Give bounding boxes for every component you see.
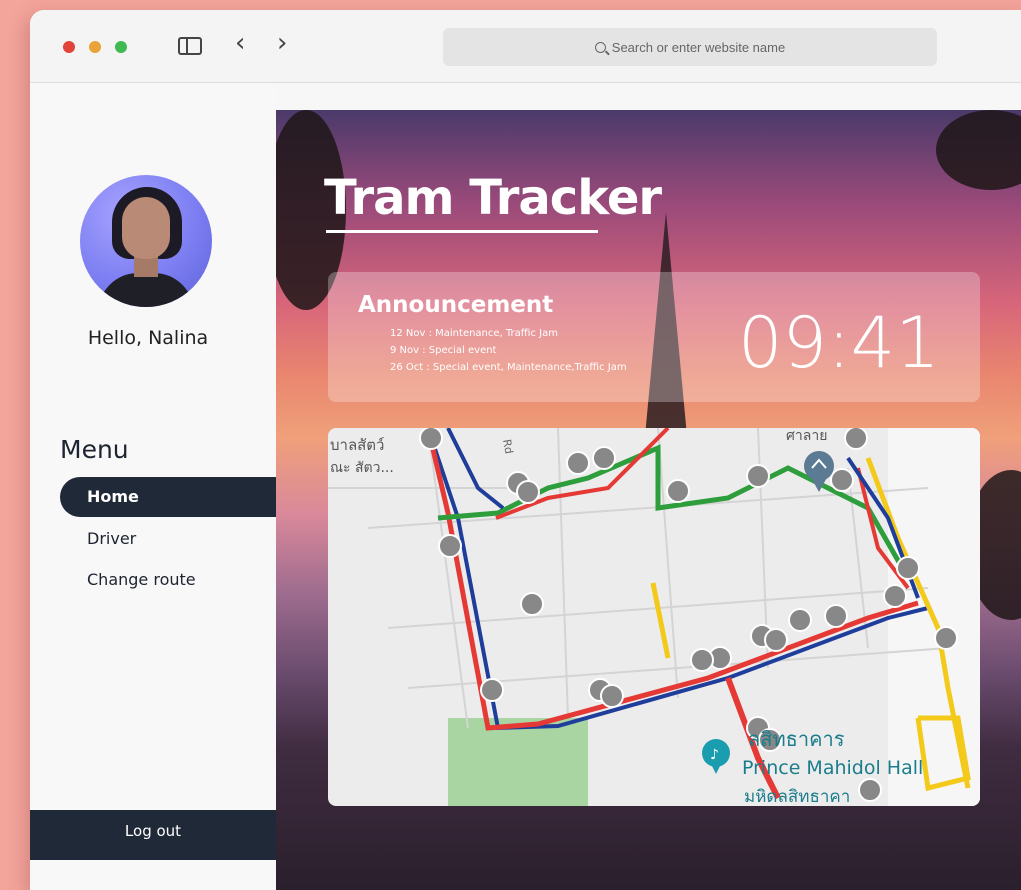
announcement-item: 26 Oct : Special event, Maintenance,Traf… [390,362,627,373]
map-label-hall-thai-2: มหิดลสิทธาคา [744,787,850,806]
sidebar-toggle-icon[interactable] [178,37,202,55]
tram-stop[interactable] [746,464,770,488]
menu-item-change-route[interactable]: Change route [87,570,196,589]
tram-stop[interactable] [788,608,812,632]
tram-stop[interactable] [592,446,616,470]
map-label: ศาลาย [786,428,827,444]
music-pin-icon[interactable]: ♪ [702,739,730,774]
map-label-hall-en: Prince Mahidol Hall [742,757,923,779]
tram-stop[interactable] [690,648,714,672]
map-label: ณะ สัตว... [330,460,394,476]
announcement-card: Announcement 12 Nov : Maintenance, Traff… [328,272,980,402]
title-underline [326,230,598,233]
tram-stop[interactable] [896,556,920,580]
main-hero: Tram Tracker Announcement 12 Nov : Maint… [276,110,1021,890]
svg-text:♪: ♪ [710,747,719,763]
map-label-hall-thai: ลสิทธาคาร [748,727,845,751]
back-icon[interactable]: ‹ [235,30,245,56]
clock: 09:41 [738,302,940,384]
close-window-button[interactable] [63,41,75,53]
route-map[interactable]: ♪ บาลสัตว์ ณะ สัตว... Rd ศาลาย ลสิทธาคาร… [328,428,980,806]
tram-stop[interactable] [520,592,544,616]
page-title: Tram Tracker [324,170,662,226]
tram-stop[interactable] [600,684,624,708]
street-grid [328,428,949,729]
announcement-title: Announcement [358,292,554,318]
maximize-window-button[interactable] [115,41,127,53]
tram-stop[interactable] [883,584,907,608]
map-pin-icon[interactable] [804,451,834,492]
park-area [448,718,588,806]
tram-stop[interactable] [764,628,788,652]
map-road-label: Rd [500,438,515,455]
tram-stop[interactable] [858,778,882,802]
tram-stop[interactable] [438,534,462,558]
tram-stop[interactable] [824,604,848,628]
minimize-window-button[interactable] [89,41,101,53]
search-icon [594,41,606,53]
browser-window: ‹ › Search or enter website name Hello, … [30,10,1021,890]
announcement-item: 12 Nov : Maintenance, Traffic Jam [390,328,558,339]
map-label: บาลสัตว์ [330,436,384,454]
menu-item-home[interactable]: Home [60,477,303,517]
tram-stop[interactable] [480,678,504,702]
logout-button[interactable]: Log out [30,810,276,860]
route-blue-branch [446,428,505,510]
tram-stop[interactable] [516,480,540,504]
route-blue [426,428,929,731]
tram-stop[interactable] [666,479,690,503]
tram-stop[interactable] [844,428,868,450]
menu-title: Menu [60,435,129,464]
tram-stop[interactable] [566,451,590,475]
browser-toolbar: ‹ › Search or enter website name [30,10,1021,83]
greeting: Hello, Nalina [87,327,209,349]
tram-stop[interactable] [934,626,958,650]
menu-item-driver[interactable]: Driver [87,529,136,548]
avatar [80,175,212,307]
map-canvas[interactable]: ♪ บาลสัตว์ ณะ สัตว... Rd ศาลาย ลสิทธาคาร… [328,428,980,806]
tram-stop[interactable] [830,468,854,492]
route-yellow-branch [650,582,671,659]
address-bar[interactable]: Search or enter website name [443,28,937,66]
forward-icon[interactable]: › [277,30,287,56]
tree-silhouette [936,110,1021,190]
sidebar: Hello, Nalina Menu Home Driver Change ro… [30,83,303,890]
tram-stop[interactable] [419,428,443,450]
announcement-item: 9 Nov : Special event [390,345,497,356]
address-placeholder: Search or enter website name [611,39,786,55]
